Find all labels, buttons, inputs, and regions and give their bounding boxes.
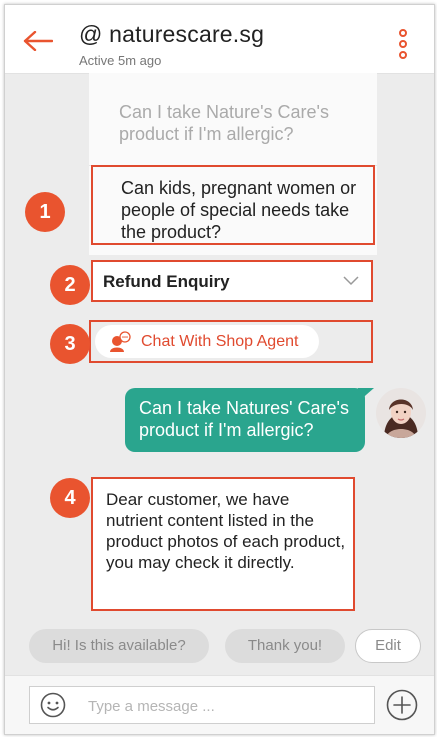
received-message-text: Dear customer, we have nutrient content … — [106, 490, 346, 572]
message-input-container — [29, 686, 375, 724]
sent-message-text: Can I take Natures' Care's product if I'… — [139, 398, 349, 440]
faq-list: Can I take Nature's Care's product if I'… — [89, 73, 377, 255]
chat-with-agent-label: Chat With Shop Agent — [141, 333, 299, 350]
message-input-bar — [5, 675, 434, 734]
chat-header: @ naturescare.sg Active 5m ago — [5, 5, 434, 74]
agent-chat-icon — [110, 331, 131, 352]
enquiry-category-select[interactable]: Refund Enquiry — [91, 260, 373, 302]
quick-reply-chip[interactable]: Hi! Is this available? — [29, 629, 209, 663]
emoji-icon[interactable] — [40, 692, 66, 718]
chevron-down-icon — [343, 276, 359, 286]
message-input[interactable] — [86, 688, 370, 724]
received-message-bubble: Dear customer, we have nutrient content … — [91, 477, 355, 611]
chat-agent-highlight: Chat With Shop Agent — [89, 320, 373, 363]
annotation-badge-3: 3 — [50, 324, 90, 364]
shop-name: @ naturescare.sg — [79, 21, 265, 47]
annotation-badge-4: 4 — [50, 478, 90, 518]
bubble-tail — [358, 388, 374, 402]
more-vertical-icon[interactable] — [397, 29, 409, 59]
faq-item[interactable]: Can I take Nature's Care's product if I'… — [119, 101, 369, 145]
active-status: Active 5m ago — [79, 53, 162, 68]
faq-item-label: Can kids, pregnant women or people of sp… — [121, 178, 357, 242]
avatar — [376, 388, 426, 438]
chat-screen: @ naturescare.sg Active 5m ago Can I tak… — [4, 4, 435, 735]
user-avatar-icon — [376, 388, 426, 438]
annotation-badge-1: 1 — [25, 192, 65, 232]
back-arrow-icon[interactable] — [23, 31, 53, 51]
sent-message-bubble: Can I take Natures' Care's product if I'… — [125, 388, 365, 452]
edit-quick-replies-button[interactable]: Edit — [355, 629, 421, 663]
selected-category: Refund Enquiry — [103, 272, 230, 291]
chat-with-agent-button[interactable]: Chat With Shop Agent — [95, 325, 319, 358]
faq-item-highlighted[interactable]: Can kids, pregnant women or people of sp… — [91, 165, 375, 245]
annotation-badge-2: 2 — [50, 265, 90, 305]
plus-icon[interactable] — [386, 689, 418, 721]
quick-reply-chip[interactable]: Thank you! — [225, 629, 345, 663]
